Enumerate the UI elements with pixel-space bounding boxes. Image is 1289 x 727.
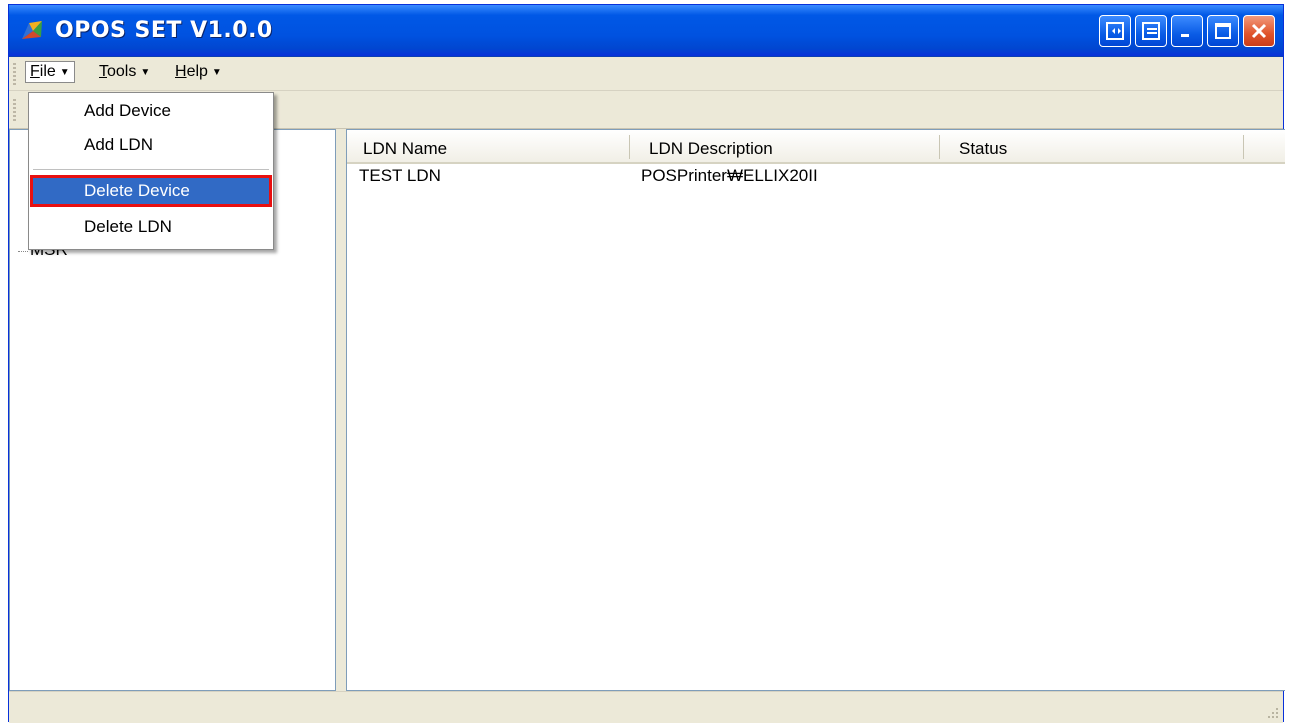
- menu-item-delete-ldn[interactable]: Delete LDN: [30, 211, 272, 243]
- maximize-icon: [1215, 23, 1231, 39]
- chevron-down-icon: ▼: [140, 66, 151, 78]
- restore-side-button[interactable]: [1099, 15, 1131, 47]
- column-ldn-description[interactable]: LDN Description: [649, 139, 773, 159]
- menu-help-label: elp: [186, 63, 208, 80]
- file-dropdown-menu: Add Device Add LDN Delete Device Delete …: [28, 92, 274, 250]
- close-button[interactable]: [1243, 15, 1275, 47]
- menu-help-accel: H: [175, 63, 187, 80]
- ldn-list-view[interactable]: LDN Name LDN Description Status TEST LDN…: [346, 129, 1285, 691]
- column-ldn-name[interactable]: LDN Name: [363, 139, 447, 159]
- menu-file-accel: F: [30, 63, 40, 80]
- menu-item-delete-device[interactable]: Delete Device: [30, 175, 272, 207]
- restore-side-icon: [1106, 22, 1124, 40]
- menu-bar: File ▼ Tools ▼ Help ▼: [9, 57, 1283, 91]
- minimize-icon: [1181, 34, 1189, 37]
- menu-file[interactable]: File ▼: [25, 61, 75, 83]
- cell-ldn-name: TEST LDN: [359, 166, 441, 185]
- dock-icon: [1142, 22, 1160, 40]
- title-bar[interactable]: OPOS SET V1.0.0: [9, 5, 1283, 57]
- app-logo-icon: [22, 21, 42, 39]
- menu-item-add-ldn[interactable]: Add LDN: [30, 129, 272, 161]
- menubar-grip[interactable]: [13, 63, 16, 85]
- dock-button[interactable]: [1135, 15, 1167, 47]
- resize-grip-icon[interactable]: [1265, 705, 1279, 719]
- menu-separator: [33, 169, 269, 170]
- window-title: OPOS SET V1.0.0: [55, 18, 273, 43]
- toolbar-grip[interactable]: [13, 99, 16, 121]
- menu-tools-accel: T: [99, 63, 107, 80]
- menu-help[interactable]: Help ▼: [175, 63, 222, 81]
- maximize-button[interactable]: [1207, 15, 1239, 47]
- chevron-down-icon: ▼: [59, 66, 70, 78]
- status-bar: [9, 691, 1283, 723]
- column-divider[interactable]: [629, 135, 630, 159]
- pane-splitter[interactable]: [336, 129, 346, 691]
- cell-ldn-description: POSPrinter₩ELLIX20II: [641, 166, 818, 185]
- list-header: LDN Name LDN Description Status: [347, 130, 1285, 164]
- column-divider[interactable]: [939, 135, 940, 159]
- minimize-button[interactable]: [1171, 15, 1203, 47]
- close-icon: [1251, 23, 1267, 39]
- tree-connector: [18, 250, 28, 252]
- menu-file-label: ile: [39, 63, 56, 80]
- menu-tools[interactable]: Tools ▼: [99, 63, 150, 81]
- column-divider[interactable]: [1243, 135, 1244, 159]
- table-row[interactable]: TEST LDN POSPrinter₩ELLIX20II: [347, 166, 1285, 186]
- menu-tools-label: ools: [107, 63, 137, 80]
- column-status[interactable]: Status: [959, 139, 1007, 159]
- menu-item-add-device[interactable]: Add Device: [30, 95, 272, 127]
- chevron-down-icon: ▼: [211, 66, 222, 78]
